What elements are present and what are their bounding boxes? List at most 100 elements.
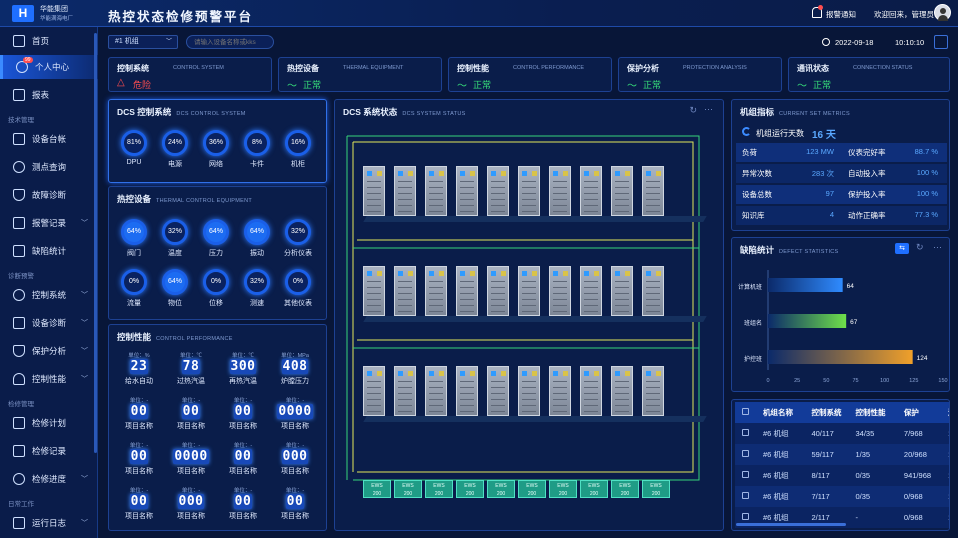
sidebar-item-device-diag[interactable]: 设备诊断 ﹀	[0, 311, 98, 335]
server-rack[interactable]	[611, 266, 633, 316]
filter-icon[interactable]: ⇆	[895, 243, 909, 254]
sidebar-item-protection[interactable]: 保护分析 ﹀	[0, 339, 98, 363]
ews-station[interactable]: EWS 200	[518, 480, 546, 498]
ews-station[interactable]: EWS 200	[394, 480, 422, 498]
sidebar-item-logs[interactable]: 运行日志 ﹀	[0, 511, 98, 535]
notify-link[interactable]: 报警通知	[826, 9, 856, 20]
perf-value-digits: 00	[129, 494, 149, 509]
status-card[interactable]: 控制系统 CONTROL SYSTEM △ 危险	[108, 57, 272, 92]
rack-slot	[553, 281, 567, 282]
table-row[interactable]: #6 机组59/1171/3520/9681	[735, 444, 949, 465]
perf-value-digits: 408	[281, 359, 309, 374]
sidebar-item-diagnosis[interactable]: 故障诊断	[0, 183, 98, 207]
server-rack[interactable]	[394, 366, 416, 416]
fullscreen-icon[interactable]	[934, 35, 948, 49]
sidebar-item-personal[interactable]: 个人中心 99	[0, 55, 98, 79]
row-checkbox[interactable]	[742, 450, 749, 457]
rack-slot	[522, 393, 536, 394]
column-header[interactable]: 机组名称	[757, 402, 806, 423]
ews-station[interactable]: EWS 200	[549, 480, 577, 498]
unit-select[interactable]: #1 机组 ﹀	[108, 35, 178, 49]
server-rack[interactable]	[580, 266, 602, 316]
server-rack[interactable]	[580, 366, 602, 416]
server-rack[interactable]	[549, 266, 571, 316]
sidebar-item-home[interactable]: 首页	[0, 29, 98, 53]
server-rack[interactable]	[456, 266, 478, 316]
server-rack[interactable]	[611, 166, 633, 216]
server-rack[interactable]	[363, 366, 385, 416]
status-card[interactable]: 热控设备 THERMAL EQUIPMENT 〜正常	[278, 57, 442, 92]
server-rack[interactable]	[518, 166, 540, 216]
row-checkbox[interactable]	[742, 513, 749, 520]
server-rack[interactable]	[580, 166, 602, 216]
server-rack[interactable]	[642, 166, 664, 216]
sidebar-item-records[interactable]: 检修记录	[0, 439, 98, 463]
ews-station[interactable]: EWS 200	[580, 480, 608, 498]
server-rack[interactable]	[518, 266, 540, 316]
server-rack[interactable]	[487, 166, 509, 216]
refresh-icon[interactable]: ↻	[916, 242, 924, 253]
server-rack[interactable]	[394, 266, 416, 316]
rack-slot	[460, 287, 474, 288]
server-rack[interactable]	[549, 366, 571, 416]
perf-value-digits: 00	[233, 494, 253, 509]
bar[interactable]	[768, 350, 913, 364]
table-row[interactable]: #6 机组8/1170/35941/9681	[735, 465, 949, 486]
server-rack[interactable]	[363, 166, 385, 216]
avatar[interactable]	[934, 4, 951, 21]
ews-station[interactable]: EWS 200	[642, 480, 670, 498]
row-checkbox[interactable]	[742, 471, 749, 478]
server-rack[interactable]	[363, 266, 385, 316]
server-rack[interactable]	[456, 166, 478, 216]
ews-label: EWS	[464, 483, 476, 489]
table-row[interactable]: #6 机组7/1170/350/9681	[735, 486, 949, 507]
sidebar-item-alarms[interactable]: 报警记录 ﹀	[0, 211, 98, 235]
server-rack[interactable]	[425, 166, 447, 216]
ews-station[interactable]: EWS 200	[363, 480, 391, 498]
ews-station[interactable]: EWS 200	[487, 480, 515, 498]
status-card[interactable]: 保护分析 PROTECTION ANALYSIS 〜正常	[618, 57, 782, 92]
server-rack[interactable]	[549, 166, 571, 216]
server-rack[interactable]	[487, 366, 509, 416]
server-rack[interactable]	[611, 366, 633, 416]
server-rack[interactable]	[487, 266, 509, 316]
search-input[interactable]	[186, 35, 274, 49]
sidebar-item-ledger[interactable]: 设备台帐	[0, 127, 98, 151]
bar[interactable]	[768, 278, 843, 292]
more-icon[interactable]: ⋯	[933, 242, 942, 253]
sidebar-item-points[interactable]: 测点查询	[0, 155, 98, 179]
status-card[interactable]: 控制性能 CONTROL PERFORMANCE 〜正常	[448, 57, 612, 92]
sidebar-item-report[interactable]: 报表	[0, 83, 98, 107]
sidebar-item-performance[interactable]: 控制性能 ﹀	[0, 367, 98, 391]
server-rack[interactable]	[425, 366, 447, 416]
sidebar-scrollbar[interactable]	[94, 33, 97, 453]
column-header[interactable]: 保护	[897, 402, 942, 423]
rack-slot	[491, 299, 505, 300]
rack-slot	[460, 411, 474, 412]
row-checkbox[interactable]	[742, 429, 749, 436]
server-rack[interactable]	[394, 166, 416, 216]
server-rack[interactable]	[642, 366, 664, 416]
server-rack[interactable]	[456, 366, 478, 416]
ews-station[interactable]: EWS 200	[456, 480, 484, 498]
server-rack[interactable]	[425, 266, 447, 316]
ews-station[interactable]: EWS 200	[611, 480, 639, 498]
sidebar-item-control-system[interactable]: 控制系统 ﹀	[0, 283, 98, 307]
rack-shelf	[363, 416, 707, 422]
column-header[interactable]: 控制性能	[849, 402, 898, 423]
sidebar-item-defects[interactable]: 缺陷统计	[0, 239, 98, 263]
server-rack[interactable]	[518, 366, 540, 416]
rack-slot	[522, 205, 536, 206]
table-scrollbar[interactable]	[736, 523, 846, 526]
column-header[interactable]: 测点	[941, 402, 949, 423]
column-header[interactable]: 控制系统	[805, 402, 850, 423]
sidebar-item-progress[interactable]: 检修进度 ﹀	[0, 467, 98, 491]
row-checkbox[interactable]	[742, 492, 749, 499]
status-card[interactable]: 通讯状态 CONNECTION STATUS 〜正常	[788, 57, 950, 92]
bar[interactable]	[768, 314, 847, 328]
table-row[interactable]: #6 机组40/11734/357/9681	[735, 423, 949, 444]
ews-station[interactable]: EWS 200	[425, 480, 453, 498]
server-rack[interactable]	[642, 266, 664, 316]
sidebar-item-plan[interactable]: 检修计划	[0, 411, 98, 435]
select-all-checkbox[interactable]	[742, 408, 749, 415]
